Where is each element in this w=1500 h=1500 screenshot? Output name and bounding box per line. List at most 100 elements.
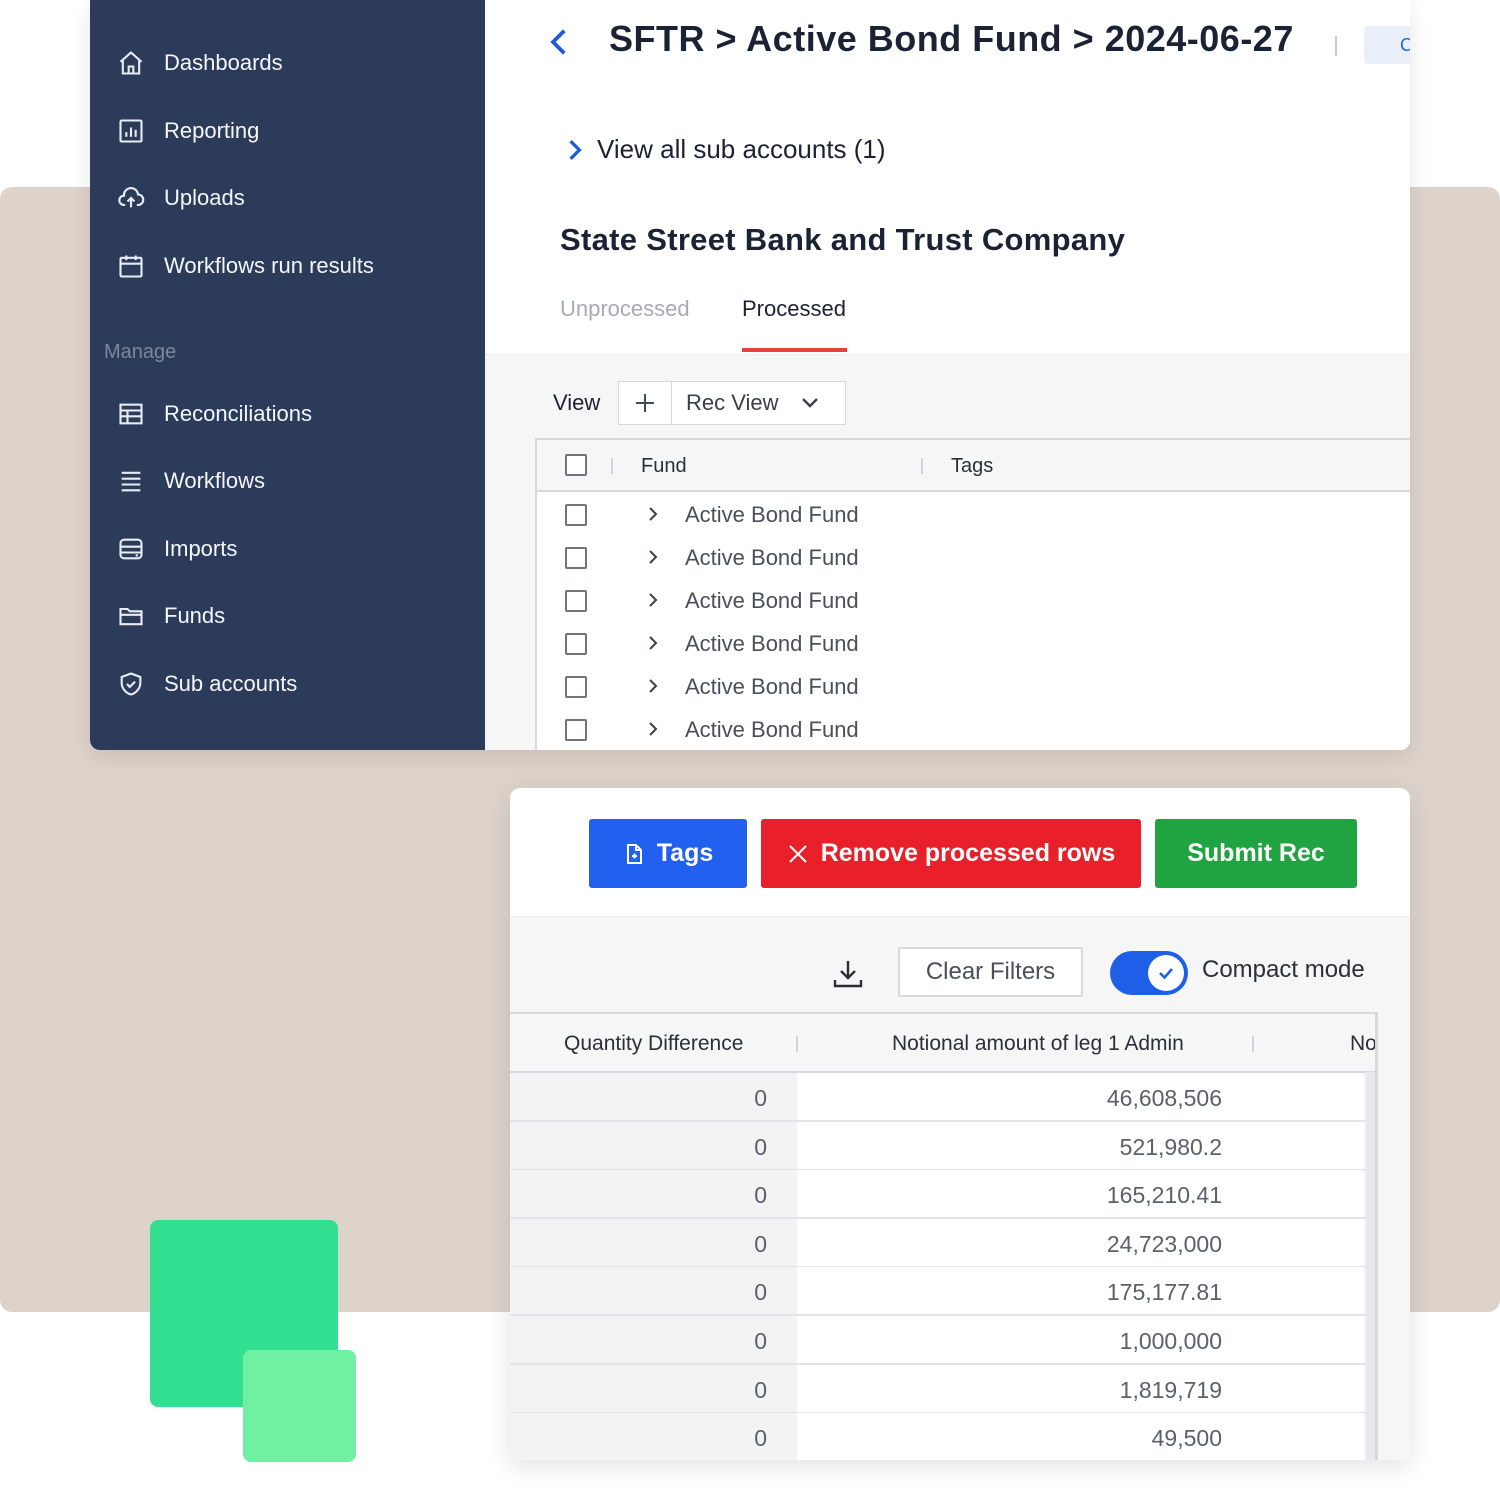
table-row[interactable]: 0 24,723,000 [510, 1218, 1368, 1268]
fund-name-cell: Active Bond Fund [685, 545, 859, 570]
row-checkbox[interactable] [565, 590, 587, 612]
sidebar-item-workflows-run-results[interactable]: Workflows run results [116, 246, 374, 286]
download-icon[interactable] [830, 956, 866, 992]
view-select-value: Rec View [686, 390, 779, 415]
notional-amount-cell: 24,723,000 [797, 1218, 1364, 1266]
sidebar: Dashboards Reporting Uploads Workflows r… [90, 0, 485, 750]
tags-button[interactable]: Tags [589, 819, 747, 888]
active-tab-indicator [742, 348, 847, 352]
clear-filters-button[interactable]: Clear Filters [898, 947, 1083, 997]
view-select[interactable]: Rec View [672, 381, 846, 425]
quantity-difference-cell: 0 [510, 1170, 797, 1218]
expand-chevron-icon[interactable] [647, 677, 659, 695]
sidebar-item-imports[interactable]: Imports [116, 529, 237, 569]
sidebar-item-label: Uploads [164, 185, 245, 210]
quantity-difference-cell: 0 [510, 1121, 797, 1169]
folder-icon [116, 601, 146, 631]
remove-button-label: Remove processed rows [820, 839, 1116, 867]
vertical-scrollbar[interactable] [1366, 1072, 1375, 1460]
expand-chevron-icon[interactable] [647, 548, 659, 566]
sidebar-item-funds[interactable]: Funds [116, 596, 225, 636]
table-row[interactable]: Active Bond Fund [537, 707, 1410, 750]
table-row[interactable]: 0 175,177.81 [510, 1267, 1368, 1317]
fund-name-cell: Active Bond Fund [685, 631, 859, 656]
sidebar-item-sub-accounts[interactable]: Sub accounts [116, 664, 297, 704]
back-chevron-icon[interactable] [545, 24, 571, 60]
results-table: Quantity Difference Notional amount of l… [510, 1012, 1378, 1460]
view-sub-accounts-link[interactable]: View all sub accounts (1) [567, 134, 886, 165]
tab-unprocessed[interactable]: Unprocessed [560, 296, 690, 322]
calendar-icon [116, 251, 146, 281]
quantity-difference-cell: 0 [510, 1364, 797, 1412]
notional-amount-cell: 1,819,719 [797, 1364, 1364, 1412]
notional-amount-cell: 1,000,000 [797, 1316, 1364, 1363]
sidebar-item-label: Funds [164, 603, 226, 628]
table-row[interactable]: 0 165,210.41 [510, 1170, 1368, 1220]
quantity-difference-cell: 0 [510, 1267, 797, 1315]
notional-amount-cell: 175,177.81 [797, 1267, 1364, 1315]
sidebar-item-label: Sub accounts [164, 671, 298, 696]
compact-mode-label: Compact mode [1202, 956, 1365, 983]
chevron-right-icon [569, 139, 582, 160]
checkmark-icon [1159, 968, 1173, 980]
sidebar-item-label: Workflows [164, 468, 266, 493]
sidebar-item-dashboards[interactable]: Dashboards [116, 43, 283, 83]
notional-amount-cell: 521,980.2 [797, 1121, 1364, 1169]
home-icon [116, 48, 146, 78]
table-row[interactable]: Active Bond Fund [537, 535, 1410, 580]
notional-amount-cell: 165,210.41 [797, 1170, 1364, 1218]
submit-rec-button[interactable]: Submit Rec [1155, 819, 1357, 888]
tab-processed[interactable]: Processed [742, 296, 846, 322]
tags-button-label: Tags [656, 839, 714, 867]
sidebar-item-reporting[interactable]: Reporting [116, 111, 259, 151]
quantity-difference-cell: 0 [510, 1413, 797, 1460]
table-row[interactable]: 0 521,980.2 [510, 1121, 1368, 1171]
compact-mode-toggle[interactable] [1110, 951, 1188, 995]
column-header-quantity-difference: Quantity Difference [564, 1032, 744, 1055]
expand-chevron-icon[interactable] [647, 505, 659, 523]
column-separator [796, 1036, 798, 1052]
column-separator [1252, 1036, 1254, 1052]
expand-chevron-icon[interactable] [647, 720, 659, 738]
table-row[interactable]: 0 1,000,000 [510, 1316, 1368, 1365]
sidebar-item-workflows[interactable]: Workflows [116, 461, 265, 501]
breadcrumb: SFTR > Active Bond Fund > 2024-06-27 [609, 18, 1294, 59]
cloud-upload-icon [116, 183, 146, 213]
table-row[interactable]: Active Bond Fund [537, 664, 1410, 709]
column-header-notional-leg1-admin: Notional amount of leg 1 Admin [892, 1032, 1184, 1055]
table-row[interactable]: 0 49,500 [510, 1413, 1368, 1460]
column-header-fund: Fund [641, 455, 687, 477]
row-checkbox[interactable] [565, 504, 587, 526]
sidebar-item-uploads[interactable]: Uploads [116, 178, 245, 218]
table-row[interactable]: Active Bond Fund [537, 578, 1410, 623]
sidebar-item-label: Dashboards [164, 50, 283, 75]
fund-name-cell: Active Bond Fund [685, 502, 859, 527]
add-view-button[interactable] [618, 381, 672, 425]
expand-chevron-icon[interactable] [647, 591, 659, 609]
header-action-button[interactable]: C [1364, 26, 1410, 64]
row-checkbox[interactable] [565, 676, 587, 698]
fund-name-cell: Active Bond Fund [685, 588, 859, 613]
row-checkbox[interactable] [565, 633, 587, 655]
document-icon [626, 843, 642, 864]
select-all-checkbox[interactable] [565, 454, 587, 476]
bar-chart-icon [116, 116, 146, 146]
notional-amount-cell: 46,608,506 [797, 1073, 1364, 1120]
row-checkbox[interactable] [565, 547, 587, 569]
chevron-down-icon [801, 398, 818, 408]
decorative-square-small [243, 1350, 356, 1462]
column-separator [611, 458, 613, 474]
table-row[interactable]: Active Bond Fund [537, 492, 1410, 537]
results-window: Tags Remove processed rows Submit Rec Cl… [510, 788, 1410, 1460]
remove-processed-rows-button[interactable]: Remove processed rows [761, 819, 1141, 888]
database-icon [116, 534, 146, 564]
expand-chevron-icon[interactable] [647, 634, 659, 652]
sidebar-item-reconciliations[interactable]: Reconciliations [116, 394, 312, 434]
table-row[interactable]: 0 46,608,506 [510, 1073, 1368, 1122]
column-header-tags: Tags [951, 455, 994, 477]
table-header: Fund Tags [537, 440, 1410, 492]
table-row[interactable]: 0 1,819,719 [510, 1364, 1368, 1414]
row-checkbox[interactable] [565, 719, 587, 741]
quantity-difference-cell: 0 [510, 1316, 797, 1363]
table-row[interactable]: Active Bond Fund [537, 621, 1410, 666]
